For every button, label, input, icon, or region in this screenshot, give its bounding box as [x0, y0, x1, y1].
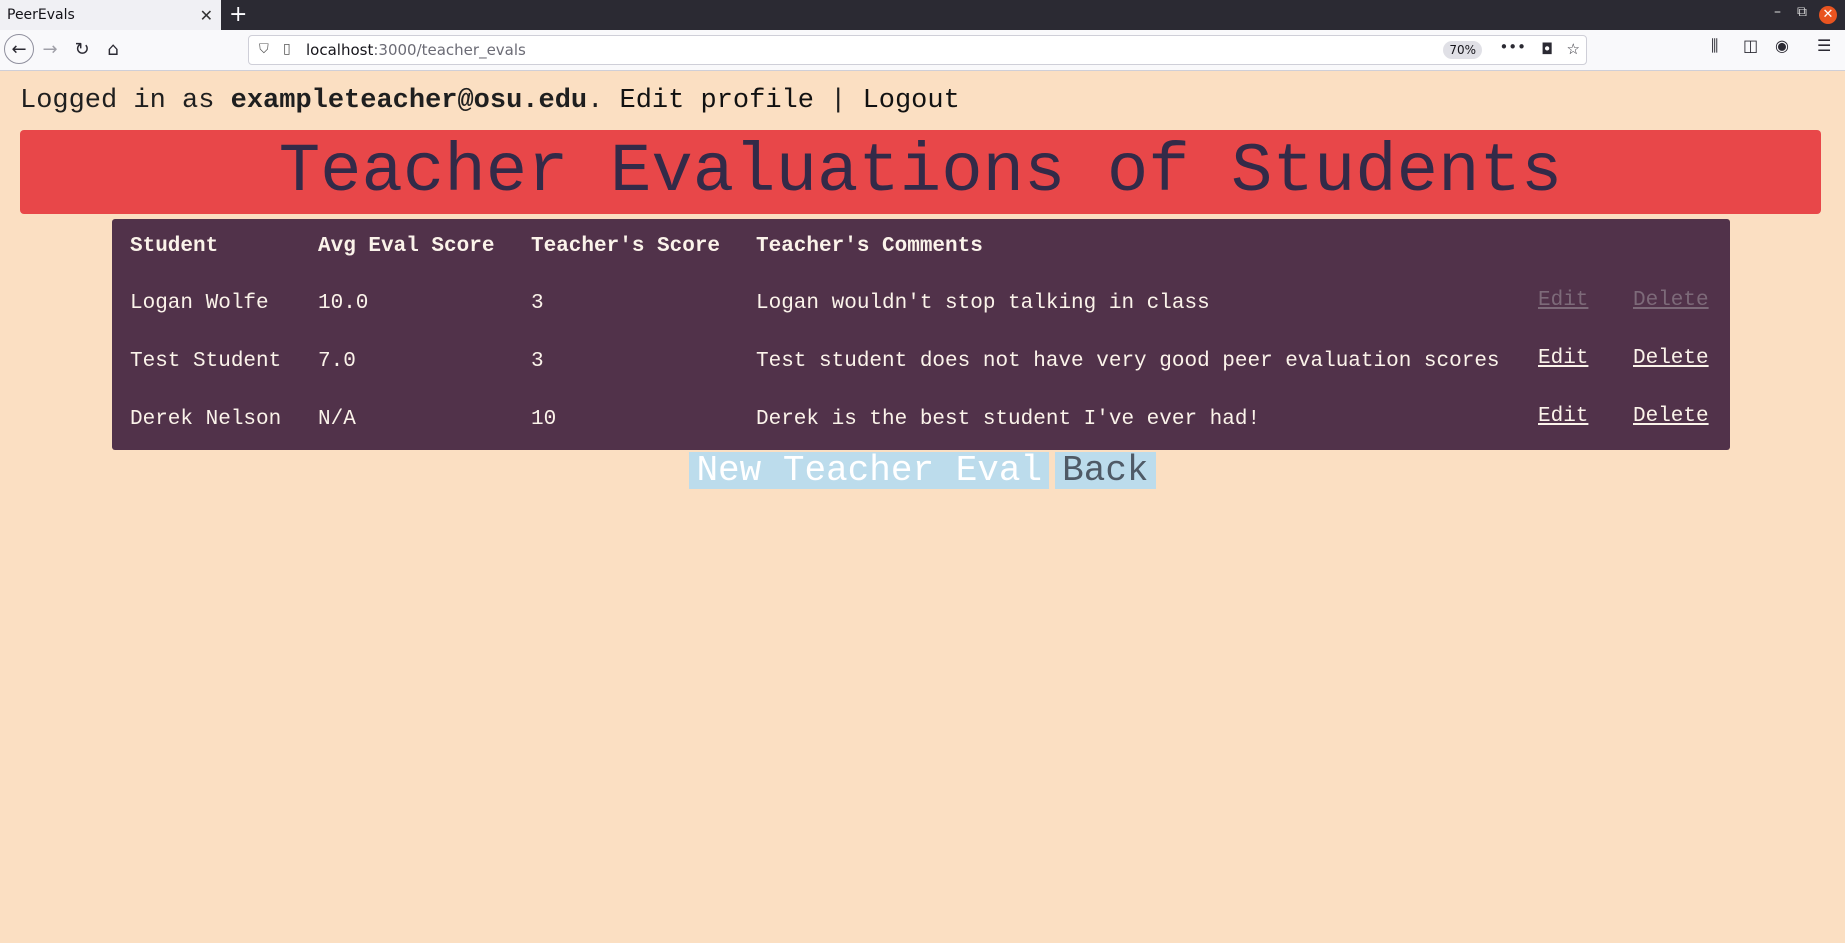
teacher-evals-table: Student Avg Eval Score Teacher's Score T… [112, 219, 1730, 450]
page-title: Teacher Evaluations of Students [278, 133, 1563, 211]
bookmark-star-icon[interactable]: ☆ [1567, 40, 1580, 58]
login-status: Logged in as exampleteacher@osu.edu. Edi… [20, 86, 960, 116]
new-tab-icon[interactable]: + [229, 2, 247, 27]
logout-link[interactable]: Logout [863, 86, 960, 116]
user-email: exampleteacher@osu.edu [230, 86, 588, 116]
back-arrow-icon[interactable]: ← [4, 34, 34, 64]
new-teacher-eval-button[interactable]: New Teacher Eval [689, 452, 1050, 489]
sidebar-icon[interactable]: ◫ [1743, 36, 1758, 55]
row-2-teacher-score: 3 [531, 350, 544, 373]
window-close-icon[interactable]: ✕ [1819, 6, 1837, 24]
url-bar[interactable]: ⛉ ▯ localhost:3000/teacher_evals 70% •••… [248, 35, 1587, 65]
reload-icon[interactable]: ↻ [70, 38, 94, 62]
row-2-edit-link[interactable]: Edit [1538, 347, 1588, 370]
account-icon[interactable]: ◉ [1775, 36, 1789, 55]
row-3-edit-link[interactable]: Edit [1538, 405, 1588, 428]
library-icon[interactable]: ⫼ [1711, 36, 1718, 56]
browser-nav-bar: ← → ↻ ⌂ ⛉ ▯ localhost:3000/teacher_evals… [0, 30, 1845, 71]
restore-icon[interactable]: ⧉ [1797, 4, 1807, 20]
browser-tab[interactable]: PeerEvals ✕ [0, 0, 221, 30]
header-student: Student [130, 235, 219, 258]
shield-icon[interactable]: ⛉ [259, 42, 269, 57]
row-1-avg-score: 10.0 [318, 292, 369, 315]
zoom-level[interactable]: 70% [1443, 41, 1482, 59]
row-1-teacher-score: 3 [531, 292, 544, 315]
row-1-student: Logan Wolfe [130, 292, 269, 315]
row-3-avg-score: N/A [318, 408, 356, 431]
url-host: localhost [306, 41, 374, 59]
tab-title: PeerEvals [7, 7, 75, 23]
menu-icon[interactable]: ☰ [1817, 36, 1831, 55]
header-teacher-score: Teacher's Score [531, 235, 721, 258]
row-3-teacher-score: 10 [531, 408, 557, 431]
row-2-comment: Test student does not have very good pee… [756, 350, 1500, 373]
row-2-delete-link[interactable]: Delete [1633, 347, 1709, 370]
row-2-student: Test Student [130, 350, 282, 373]
row-1-edit-link[interactable]: Edit [1538, 289, 1588, 312]
row-1-comment: Logan wouldn't stop talking in class [756, 292, 1210, 315]
pocket-icon[interactable]: ◘ [1541, 40, 1553, 58]
page-icon: ▯ [283, 41, 291, 57]
pipe-separator: | [813, 86, 863, 116]
logged-in-prefix: Logged in as [20, 86, 231, 116]
page-banner: Teacher Evaluations of Students [20, 130, 1821, 214]
edit-profile-link[interactable]: Edit profile [620, 86, 814, 116]
url-path: :3000/teacher_evals [373, 41, 526, 59]
row-3-comment: Derek is the best student I've ever had! [756, 408, 1261, 431]
header-teacher-comments: Teacher's Comments [756, 235, 983, 258]
row-3-student: Derek Nelson [130, 408, 282, 431]
separator-dot: . [587, 86, 620, 116]
close-tab-icon[interactable]: ✕ [200, 6, 213, 25]
more-actions-icon[interactable]: ••• [1499, 38, 1526, 56]
forward-arrow-icon[interactable]: → [38, 38, 62, 62]
header-avg-eval-score: Avg Eval Score [318, 235, 495, 258]
row-1-delete-link[interactable]: Delete [1633, 289, 1709, 312]
row-2-avg-score: 7.0 [318, 350, 356, 373]
url-text[interactable]: localhost:3000/teacher_evals [306, 41, 526, 59]
back-button[interactable]: Back [1055, 452, 1156, 489]
minimize-icon[interactable]: – [1774, 4, 1781, 20]
row-3-delete-link[interactable]: Delete [1633, 405, 1709, 428]
home-icon[interactable]: ⌂ [101, 38, 125, 62]
browser-tab-bar: PeerEvals ✕ + – ⧉ ✕ [0, 0, 1845, 30]
page-actions: New Teacher Eval Back [0, 452, 1845, 489]
